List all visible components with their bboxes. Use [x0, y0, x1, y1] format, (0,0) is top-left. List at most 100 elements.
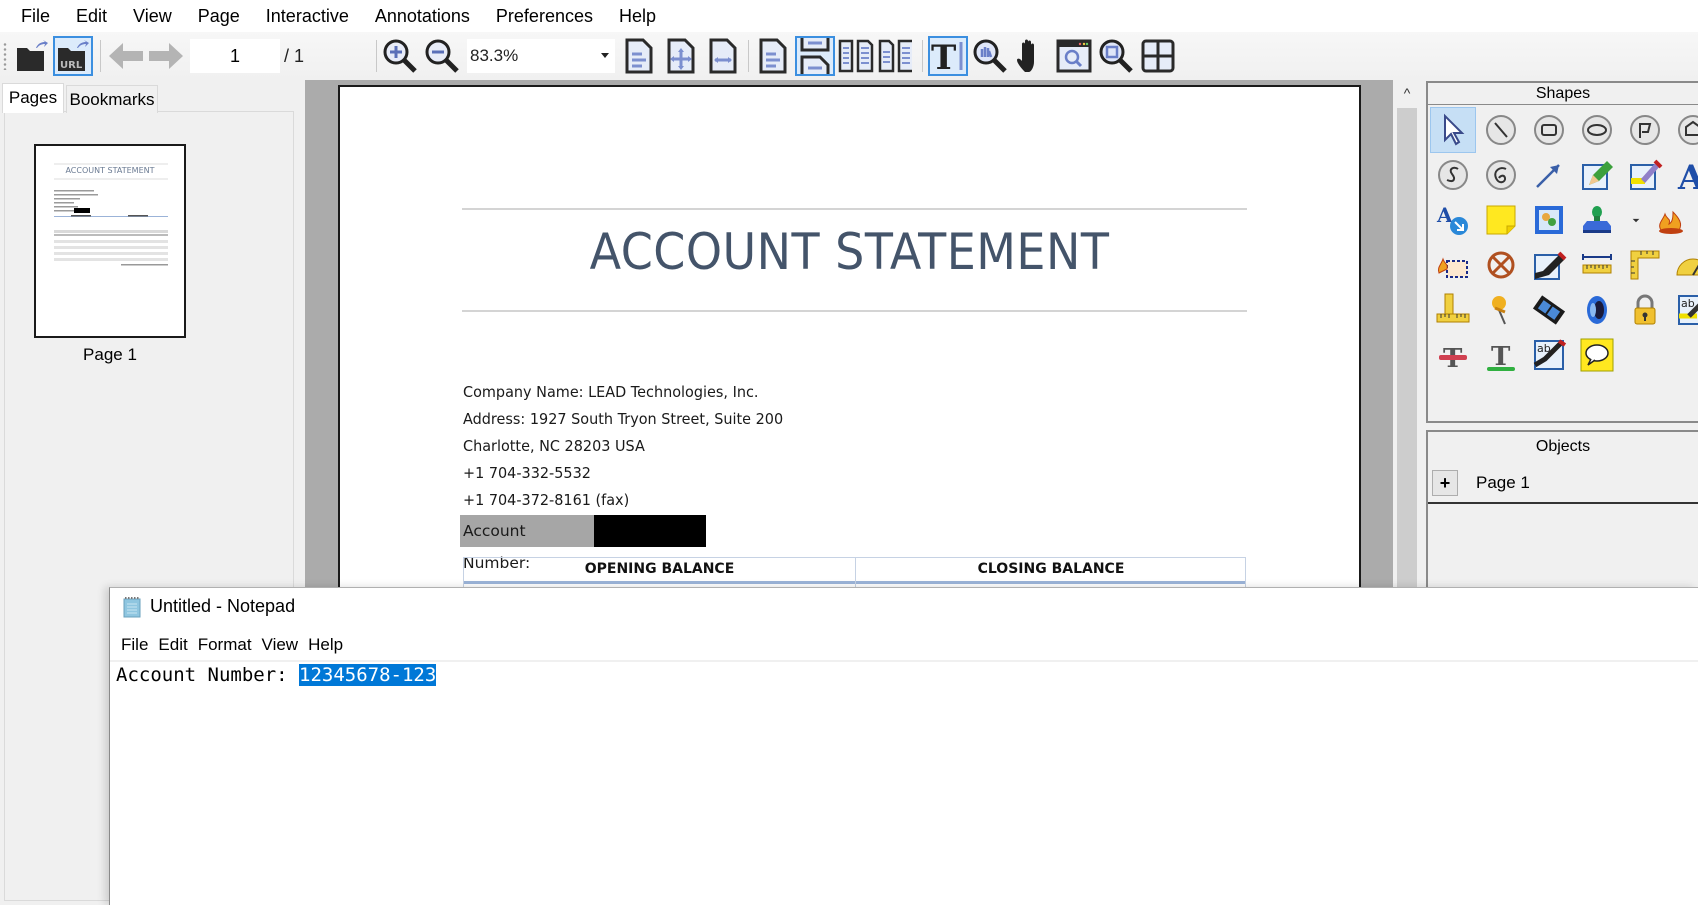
notepad-menu-file[interactable]: File [116, 632, 153, 658]
expand-plus-icon[interactable]: + [1432, 470, 1458, 496]
arrow-right-icon [149, 43, 183, 69]
tab-pages[interactable]: Pages [2, 83, 64, 113]
toolbar-grip[interactable] [3, 42, 7, 70]
toolbar-separator [100, 40, 101, 72]
menu-help[interactable]: Help [606, 0, 669, 32]
zoom-rect-button[interactable] [1096, 36, 1136, 76]
shape-tool-polyline[interactable] [1622, 107, 1668, 153]
shape-tool-video[interactable] [1526, 287, 1572, 333]
shape-tool-redaction[interactable] [1526, 242, 1572, 288]
svg-text:T: T [931, 38, 956, 74]
shape-tool-lock[interactable] [1622, 287, 1668, 333]
shape-tool-pushpin[interactable] [1478, 287, 1524, 333]
continuous-page-button[interactable] [795, 36, 835, 76]
objects-tree-item[interactable]: + Page 1 [1432, 468, 1692, 496]
notepad-menu-help[interactable]: Help [303, 632, 348, 658]
pan-hand-icon [1017, 39, 1034, 72]
redaction-box[interactable] [594, 515, 706, 547]
shape-tool-ruler[interactable] [1574, 242, 1620, 288]
open-url-button[interactable]: URL [53, 36, 93, 76]
fit-page-move-button[interactable] [661, 36, 701, 76]
notepad-title-bar[interactable]: Untitled - Notepad [110, 588, 1698, 624]
shape-tool-hotspot-flame[interactable] [1648, 197, 1694, 243]
fit-width-button[interactable] [703, 36, 743, 76]
notepad-menu-view[interactable]: View [257, 632, 304, 658]
shape-tool-gauge[interactable] [1670, 242, 1698, 288]
shape-tool-underline[interactable]: T [1478, 332, 1524, 378]
toolbar-separator [748, 40, 749, 72]
shape-tool-pointer-arrow[interactable] [1526, 152, 1572, 198]
scroll-up-arrow-icon[interactable]: ^ [1395, 80, 1419, 104]
main-menu-bar: File Edit View Page Interactive Annotati… [0, 0, 1698, 32]
shape-tool-sticky-note[interactable] [1478, 197, 1524, 243]
shape-tool-ellipse[interactable] [1574, 107, 1620, 153]
notepad-text-area[interactable]: Account Number: 12345678-123 [116, 662, 437, 688]
menu-edit[interactable]: Edit [63, 0, 120, 32]
shape-tool-stamp[interactable] [1574, 197, 1620, 243]
next-page-button[interactable] [146, 36, 186, 76]
shape-tool-cross-product-ruler[interactable] [1430, 287, 1476, 333]
fit-page-button[interactable] [619, 36, 659, 76]
svg-text:URL: URL [60, 60, 83, 71]
scrollbar-thumb[interactable] [1397, 108, 1417, 588]
menu-page[interactable]: Page [185, 0, 253, 32]
chevron-down-icon[interactable] [601, 53, 609, 58]
menu-preferences[interactable]: Preferences [483, 0, 606, 32]
shape-tool-crosshair-circle[interactable] [1478, 242, 1524, 288]
notepad-text: Account Number: [116, 664, 300, 686]
text-select-tool-button[interactable]: T [928, 36, 968, 76]
shape-tool-text-pointer[interactable]: A [1430, 197, 1476, 243]
continuous-icon [800, 38, 830, 74]
open-file-button[interactable] [12, 36, 52, 76]
tab-bookmarks[interactable]: Bookmarks [66, 85, 158, 113]
notepad-menu-format[interactable]: Format [193, 632, 257, 658]
page-thumbnail[interactable]: ACCOUNT STATEMENT [34, 144, 186, 338]
menu-annotations[interactable]: Annotations [362, 0, 483, 32]
shape-tool-rubber-stamp-image[interactable] [1526, 197, 1572, 243]
shape-tool-text-redaction[interactable]: ab [1526, 332, 1572, 378]
shape-tool-closed-curve[interactable] [1478, 152, 1524, 198]
objects-item-label[interactable]: Page 1 [1476, 470, 1530, 496]
zoom-window-button[interactable] [1054, 36, 1094, 76]
document-viewer[interactable]: ACCOUNT STATEMENT Company Name: LEAD Tec… [305, 80, 1393, 590]
two-page-continuous-button[interactable] [876, 36, 916, 76]
shape-tool-rectangle[interactable] [1526, 107, 1572, 153]
pan-tool-button[interactable] [1012, 36, 1052, 76]
shape-tool-freehand-pencil[interactable] [1574, 152, 1620, 198]
previous-page-button[interactable] [106, 36, 146, 76]
arrow-left-icon [109, 43, 143, 69]
zoom-level-dropdown[interactable]: 83.3% [467, 39, 615, 73]
cross-product-ruler-icon [1436, 293, 1470, 323]
current-page-input[interactable]: 1 [190, 39, 280, 73]
shape-tool-select-pointer[interactable] [1430, 107, 1476, 153]
shape-tool-strikeout[interactable]: T [1430, 332, 1476, 378]
shape-tool-highlighter[interactable] [1622, 152, 1668, 198]
notepad-selected-text[interactable]: 12345678-123 [299, 664, 437, 686]
zoom-out-button[interactable] [422, 36, 462, 76]
shape-tool-curve[interactable] [1430, 152, 1476, 198]
highlighter-icon [1630, 159, 1663, 190]
shape-tool-dropdown[interactable] [1626, 197, 1646, 243]
sticky-note-icon [1486, 205, 1516, 235]
shape-tool-text-highlight[interactable]: ab [1670, 287, 1698, 333]
shape-tool-line[interactable] [1478, 107, 1524, 153]
notepad-menu-edit[interactable]: Edit [153, 632, 192, 658]
menu-view[interactable]: View [120, 0, 185, 32]
zoom-in-button[interactable] [380, 36, 420, 76]
magnify-tool-button[interactable] [970, 36, 1010, 76]
grid-view-button[interactable] [1138, 36, 1178, 76]
shape-tool-callout[interactable] [1574, 332, 1620, 378]
shape-tool-text[interactable]: A [1670, 152, 1698, 198]
vertical-scrollbar[interactable]: ^ [1395, 80, 1419, 590]
shape-tool-freehand-hotspot[interactable] [1430, 242, 1476, 288]
menu-interactive[interactable]: Interactive [253, 0, 362, 32]
shape-tool-polygon[interactable] [1670, 107, 1698, 153]
zoom-in-icon [383, 39, 417, 73]
shape-tool-audio[interactable] [1574, 287, 1620, 333]
notepad-window[interactable]: Untitled - Notepad File Edit Format View… [109, 587, 1698, 905]
two-page-button[interactable] [836, 36, 876, 76]
menu-file[interactable]: File [8, 0, 63, 32]
shape-tool-protractor-corner[interactable] [1622, 242, 1668, 288]
single-page-button[interactable] [753, 36, 793, 76]
account-number-field[interactable]: Account Number: [460, 515, 716, 572]
